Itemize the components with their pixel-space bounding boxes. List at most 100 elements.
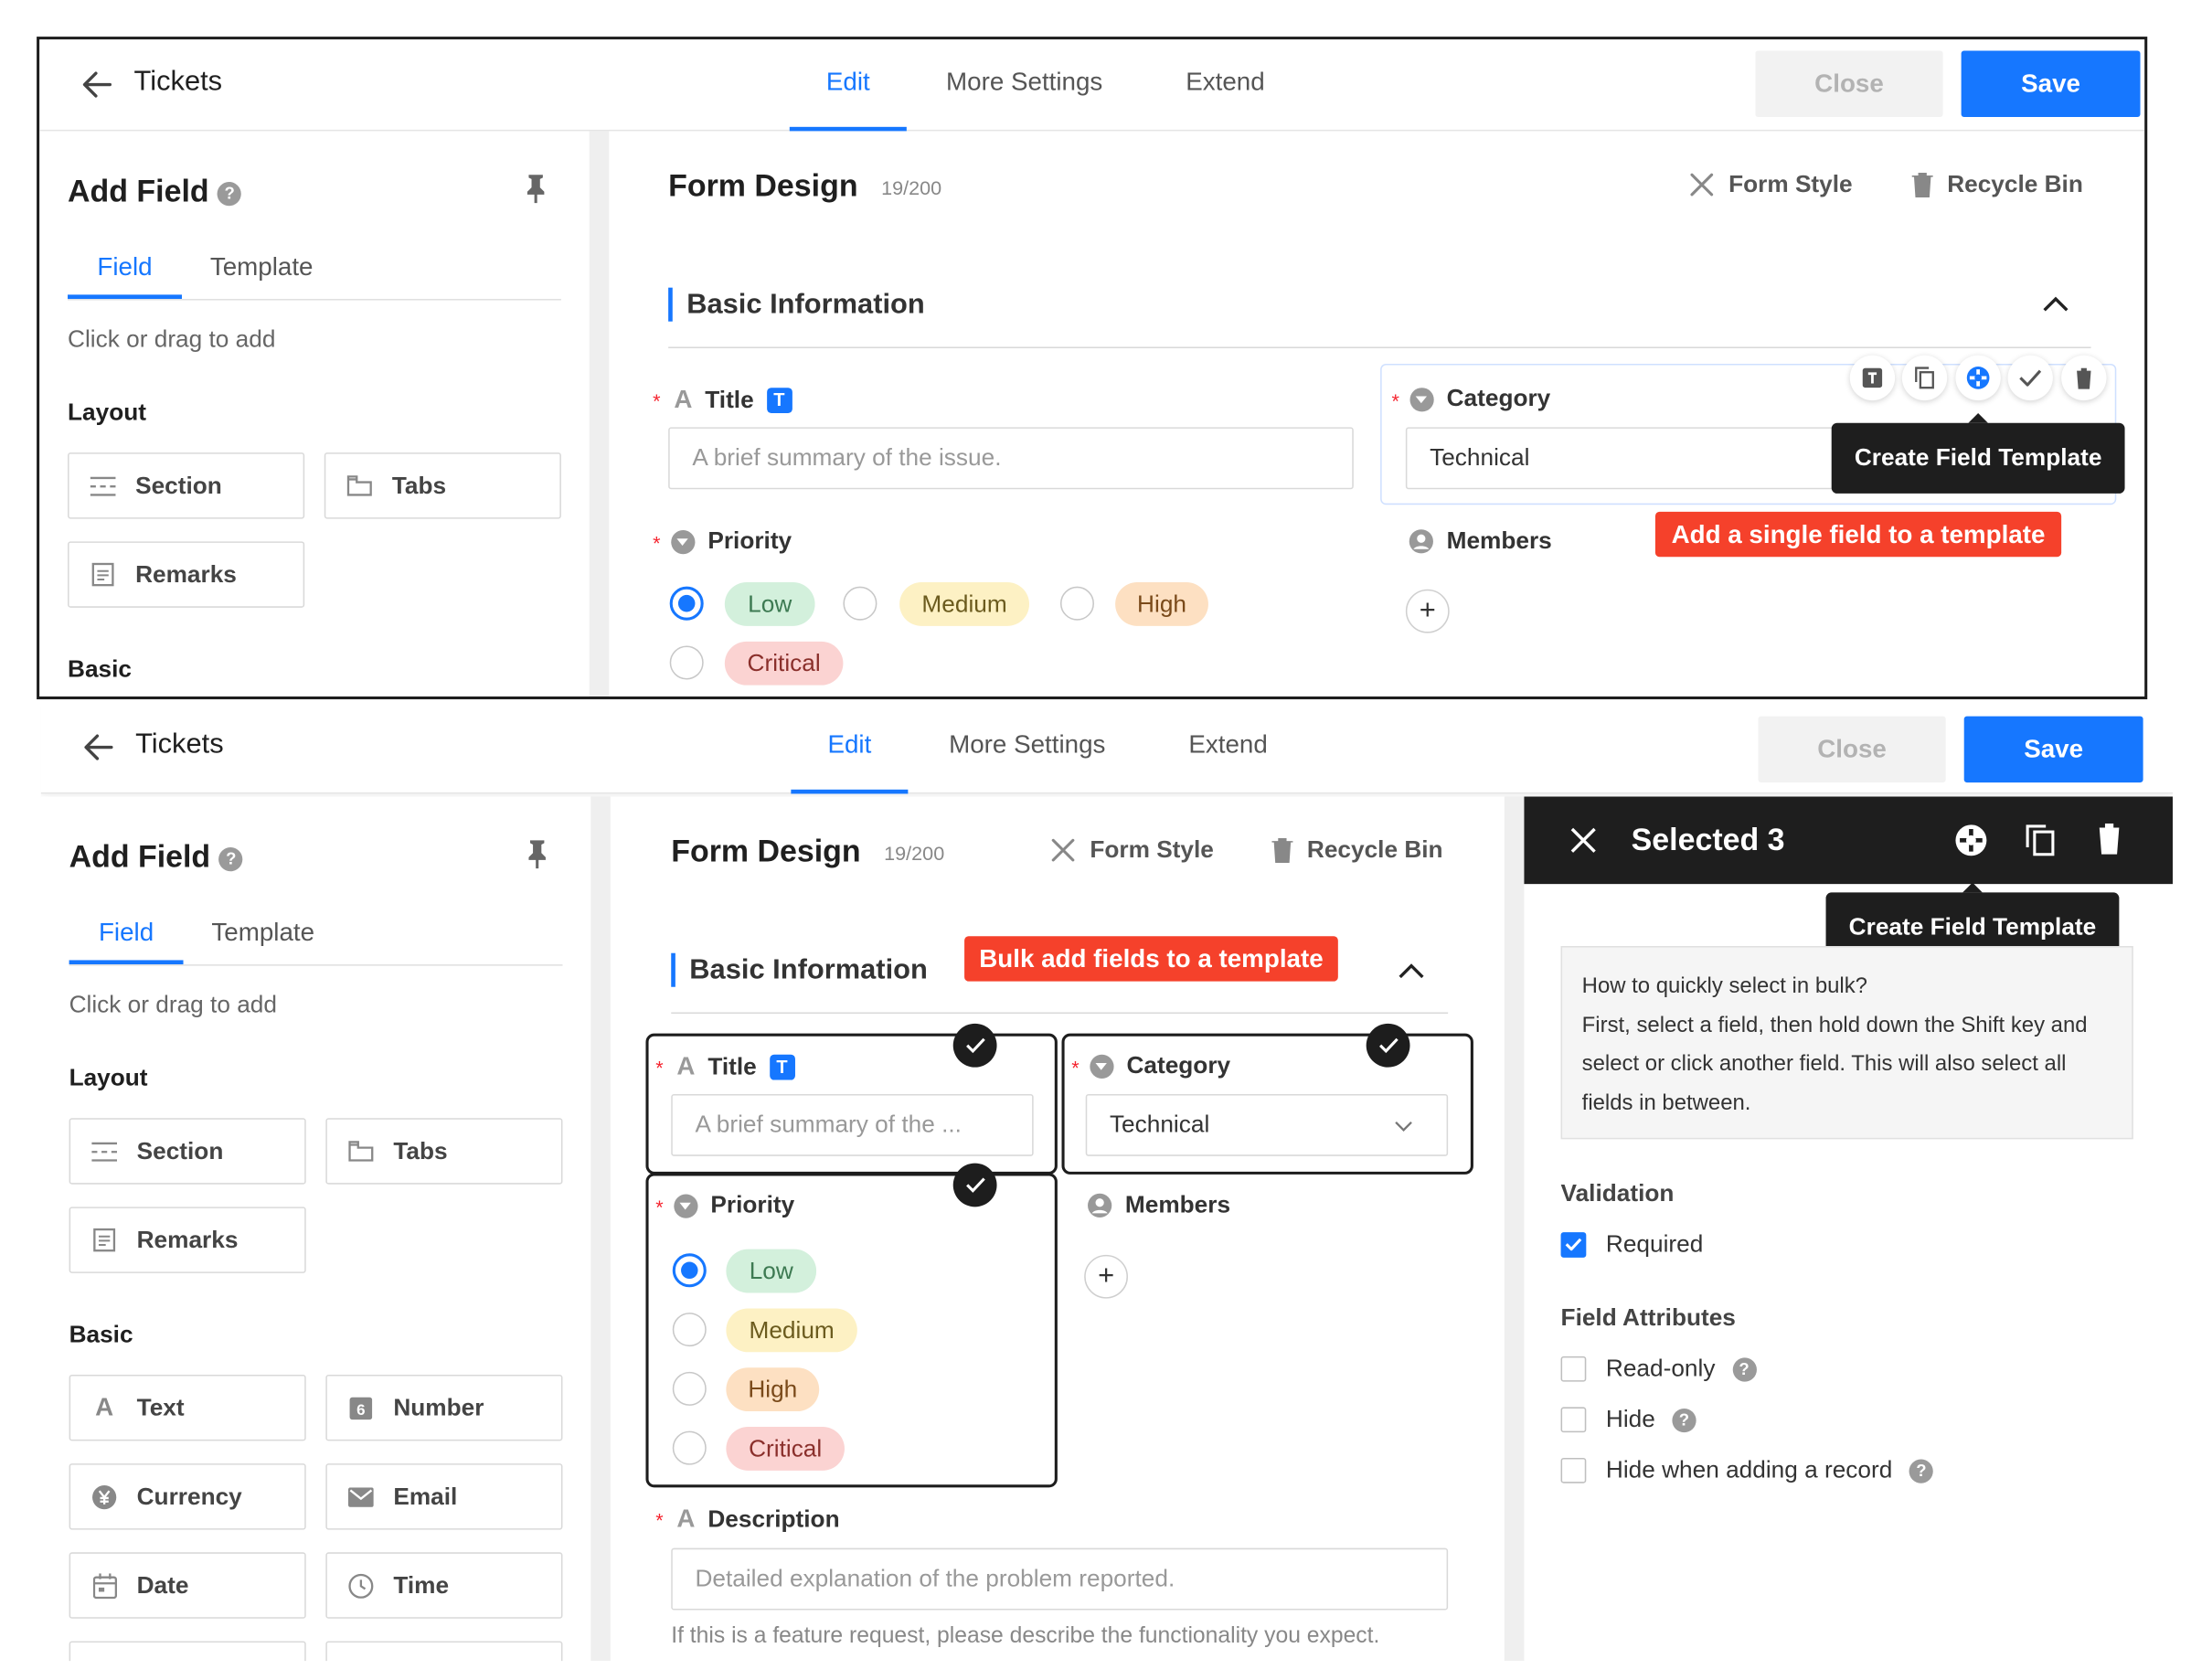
section-button[interactable]: Section	[69, 1118, 306, 1185]
remarks-button[interactable]: Remarks	[68, 541, 305, 608]
text-button[interactable]: A Text	[69, 1374, 306, 1441]
pin-icon[interactable]	[526, 839, 548, 870]
time-button[interactable]: Time	[325, 1552, 563, 1619]
help-icon[interactable]: ?	[218, 181, 242, 206]
convert-text-icon[interactable]	[1849, 355, 1896, 401]
single-template-annotation: Add a single field to a template	[1654, 511, 2062, 558]
radio-low[interactable]	[669, 586, 704, 621]
more-field-button[interactable]	[69, 1641, 306, 1662]
check-icon[interactable]	[2007, 355, 2053, 401]
number-button[interactable]: 6 Number	[325, 1374, 563, 1441]
remarks-button[interactable]: Remarks	[69, 1207, 306, 1273]
hide-when-adding-checkbox[interactable]	[1560, 1457, 1587, 1483]
description-input[interactable]: Detailed explanation of the problem repo…	[671, 1547, 1449, 1611]
add-member-button[interactable]: +	[1405, 589, 1450, 633]
section-accent	[671, 952, 675, 987]
section-accent	[668, 287, 673, 322]
tab-extend[interactable]: Extend	[1186, 68, 1264, 131]
delete-icon[interactable]	[2061, 355, 2107, 401]
chevron-up-icon[interactable]	[1398, 963, 1426, 981]
radio-medium[interactable]	[672, 1313, 707, 1347]
screenshot-bulk-fields: Tickets Edit More Settings Extend Close …	[40, 702, 2173, 1662]
tab-field[interactable]: Field	[68, 252, 183, 300]
help-icon[interactable]: ?	[1909, 1458, 1934, 1483]
trash-icon	[1911, 172, 1933, 197]
close-icon[interactable]	[1569, 826, 1598, 855]
read-only-label: Read-only?	[1606, 1355, 1757, 1383]
back-arrow-icon[interactable]	[79, 66, 115, 102]
tab-more-settings[interactable]: More Settings	[949, 730, 1105, 793]
hint-line: select or click another field. This will…	[1581, 1051, 2067, 1076]
section-button[interactable]: Section	[68, 452, 305, 519]
close-button[interactable]: Close	[1758, 716, 1946, 783]
create-template-icon[interactable]	[1955, 355, 2001, 401]
clock-icon	[346, 1573, 377, 1599]
dropdown-type-icon	[1090, 1054, 1114, 1079]
tab-more-settings[interactable]: More Settings	[946, 68, 1102, 131]
save-button[interactable]: Save	[1963, 716, 2143, 783]
tab-edit[interactable]: Edit	[791, 730, 909, 794]
help-icon[interactable]: ?	[218, 846, 243, 871]
section-icon	[89, 1142, 120, 1162]
hide-checkbox[interactable]	[1560, 1407, 1587, 1433]
form-style-button[interactable]: Form Style	[1050, 836, 1214, 865]
required-checkbox[interactable]	[1560, 1232, 1587, 1258]
pin-icon[interactable]	[525, 174, 548, 205]
help-icon[interactable]: ?	[1731, 1356, 1757, 1381]
copy-icon[interactable]	[1901, 355, 1948, 401]
app-title: Tickets	[135, 728, 224, 760]
top-header: Tickets Edit More Settings Extend Close …	[40, 702, 2173, 794]
radio-high[interactable]	[672, 1371, 707, 1406]
members-field-label: Members	[1087, 1191, 1230, 1219]
radio-low[interactable]	[672, 1253, 707, 1288]
tab-template[interactable]: Template	[210, 252, 314, 299]
basic-group-label: Basic	[68, 655, 133, 683]
back-arrow-icon[interactable]	[80, 728, 117, 765]
tabs-icon	[344, 475, 375, 496]
form-style-button[interactable]: Form Style	[1689, 171, 1853, 199]
tab-template[interactable]: Template	[211, 918, 314, 964]
radio-critical[interactable]	[669, 645, 704, 680]
create-template-icon[interactable]	[1954, 824, 1988, 857]
more-field-button[interactable]	[325, 1641, 563, 1662]
option-low: Low	[724, 582, 815, 626]
currency-button[interactable]: Currency	[69, 1463, 306, 1530]
app-title: Tickets	[133, 66, 223, 98]
validation-label: Validation	[1560, 1180, 1675, 1207]
save-button[interactable]: Save	[1961, 50, 2141, 118]
radio-high[interactable]	[1059, 586, 1094, 621]
add-member-button[interactable]: +	[1084, 1254, 1128, 1299]
help-icon[interactable]: ?	[1672, 1408, 1696, 1432]
chevron-up-icon[interactable]	[2042, 296, 2070, 314]
tab-extend[interactable]: Extend	[1188, 730, 1267, 793]
hint-line: fields in between.	[1581, 1090, 1751, 1115]
radio-medium[interactable]	[843, 586, 877, 621]
title-input[interactable]: A brief summary of the ...	[671, 1093, 1034, 1156]
category-select[interactable]: Technical	[1085, 1093, 1449, 1156]
email-button[interactable]: Email	[325, 1463, 563, 1530]
text-type-icon: A	[674, 385, 693, 413]
tabs-button[interactable]: Tabs	[324, 452, 561, 519]
tabs-button[interactable]: Tabs	[325, 1118, 563, 1185]
title-input[interactable]: A brief summary of the issue.	[668, 427, 1354, 490]
close-button[interactable]: Close	[1755, 50, 1943, 118]
bulk-template-annotation: Bulk add fields to a template	[964, 936, 1338, 982]
priority-field-label: Priority	[674, 1191, 794, 1219]
option-high: High	[1115, 582, 1208, 626]
delete-icon[interactable]	[2096, 823, 2122, 855]
layout-group-label: Layout	[68, 399, 147, 426]
read-only-checkbox[interactable]	[1560, 1356, 1587, 1382]
recycle-bin-button[interactable]: Recycle Bin	[1911, 171, 2083, 199]
radio-critical[interactable]	[672, 1430, 707, 1465]
category-select[interactable]: Technical	[1405, 427, 1857, 490]
tab-field[interactable]: Field	[69, 918, 184, 965]
copy-icon[interactable]	[2025, 824, 2056, 857]
trash-icon	[1271, 838, 1293, 864]
form-style-icon	[1690, 173, 1714, 197]
option-critical: Critical	[724, 641, 844, 686]
tab-edit[interactable]: Edit	[789, 68, 907, 132]
date-button[interactable]: Date	[69, 1552, 306, 1619]
chevron-down-icon	[1395, 1122, 1412, 1132]
member-icon	[1088, 1193, 1112, 1217]
recycle-bin-button[interactable]: Recycle Bin	[1271, 836, 1443, 865]
